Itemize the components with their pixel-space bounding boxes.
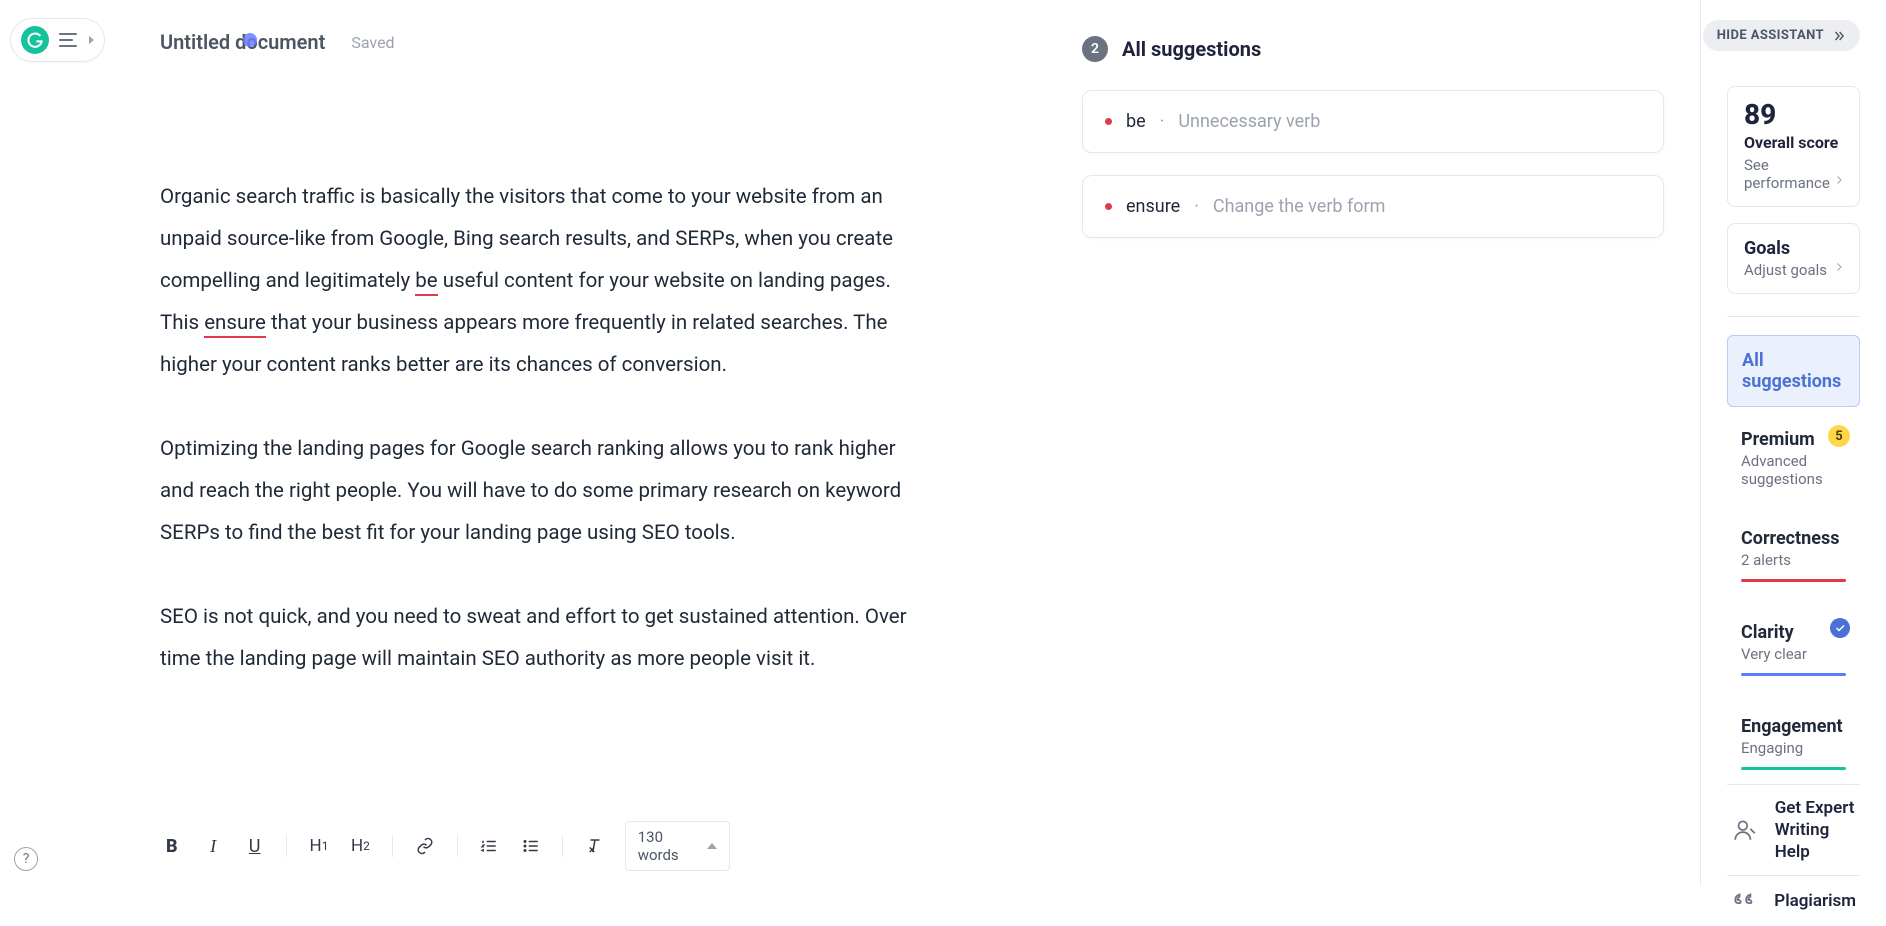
overall-score-label: Overall score bbox=[1744, 133, 1843, 152]
separator bbox=[562, 835, 563, 857]
separator bbox=[457, 835, 458, 857]
goals-title: Goals bbox=[1744, 238, 1843, 259]
numbered-list-button[interactable] bbox=[477, 833, 500, 859]
overall-score-card[interactable]: 89 Overall score See performance bbox=[1727, 86, 1860, 207]
chevron-right-icon bbox=[1833, 171, 1845, 190]
suggestion-desc: Unnecessary verb bbox=[1178, 111, 1320, 132]
chevron-right-icon bbox=[1833, 258, 1845, 277]
underline-button[interactable]: U bbox=[243, 833, 266, 859]
error-word[interactable]: be bbox=[415, 269, 437, 296]
goals-card[interactable]: Goals Adjust goals bbox=[1727, 223, 1860, 294]
suggestion-word: ensure bbox=[1126, 196, 1180, 217]
category-bar bbox=[1741, 579, 1846, 582]
suggestion-sep: · bbox=[1160, 111, 1165, 132]
error-word[interactable]: ensure bbox=[204, 311, 266, 338]
dot-red-icon bbox=[1105, 203, 1112, 210]
goals-sub: Adjust goals bbox=[1744, 261, 1843, 279]
italic-button[interactable]: I bbox=[201, 833, 224, 859]
hide-assistant-label: HIDE ASSISTANT bbox=[1717, 28, 1824, 43]
suggestion-card[interactable]: be · Unnecessary verb bbox=[1082, 90, 1664, 153]
bullet-list-button[interactable] bbox=[519, 833, 542, 859]
separator bbox=[286, 835, 287, 857]
category-correctness[interactable]: Correctness 2 alerts bbox=[1727, 514, 1860, 596]
h1-button[interactable]: H1 bbox=[307, 833, 330, 859]
save-status: Saved bbox=[351, 33, 394, 52]
category-bar bbox=[1741, 673, 1846, 676]
check-icon bbox=[1830, 618, 1850, 638]
overall-score-sub: See performance bbox=[1744, 156, 1843, 192]
editor-body[interactable]: Organic search traffic is basically the … bbox=[160, 176, 930, 680]
presence-cursor-icon bbox=[243, 33, 257, 47]
person-icon bbox=[1731, 817, 1759, 843]
chevrons-right-icon bbox=[1832, 29, 1846, 43]
format-toolbar: B I U H1 H2 130 words bbox=[160, 821, 1000, 871]
divider bbox=[1727, 316, 1860, 317]
paragraph[interactable]: Optimizing the landing pages for Google … bbox=[160, 428, 930, 554]
plagiarism[interactable]: Plagiarism bbox=[1727, 875, 1860, 926]
paragraph[interactable]: Organic search traffic is basically the … bbox=[160, 176, 930, 386]
editor-column: Untitled document Saved Organic search t… bbox=[0, 0, 1060, 885]
suggestion-card[interactable]: ensure · Change the verb form bbox=[1082, 175, 1664, 238]
clear-formatting-button[interactable] bbox=[583, 833, 606, 859]
assistant-panel: HIDE ASSISTANT 89 Overall score See perf… bbox=[1700, 0, 1886, 885]
category-title: Correctness bbox=[1741, 528, 1846, 549]
category-all-suggestions[interactable]: All suggestions bbox=[1727, 335, 1860, 407]
category-sub: 2 alerts bbox=[1741, 551, 1846, 569]
category-sub: Engaging bbox=[1741, 739, 1846, 757]
bold-button[interactable]: B bbox=[160, 833, 183, 859]
suggestion-sep: · bbox=[1194, 196, 1199, 217]
suggestions-column: 2 All suggestions be · Unnecessary verb … bbox=[1060, 0, 1700, 885]
separator bbox=[392, 835, 393, 857]
h2-button[interactable]: H2 bbox=[349, 833, 372, 859]
word-count-chip[interactable]: 130 words bbox=[625, 821, 730, 871]
suggestion-word: be bbox=[1126, 111, 1146, 132]
quotes-icon bbox=[1731, 888, 1758, 914]
premium-count-badge: 5 bbox=[1828, 425, 1850, 447]
category-title: All suggestions bbox=[1742, 350, 1845, 392]
category-sub: Advanced suggestions bbox=[1741, 452, 1846, 488]
category-clarity[interactable]: Clarity Very clear bbox=[1727, 608, 1860, 690]
hide-assistant-button[interactable]: HIDE ASSISTANT bbox=[1703, 20, 1860, 51]
document-title[interactable]: Untitled document bbox=[160, 30, 325, 54]
plagiarism-label: Plagiarism bbox=[1774, 890, 1856, 912]
word-count-label: 130 words bbox=[638, 828, 699, 864]
suggestion-desc: Change the verb form bbox=[1213, 196, 1386, 217]
link-button[interactable] bbox=[413, 833, 436, 859]
category-engagement[interactable]: Engagement Engaging bbox=[1727, 702, 1860, 784]
category-title: Engagement bbox=[1741, 716, 1846, 737]
overall-score-value: 89 bbox=[1744, 101, 1843, 129]
category-bar bbox=[1741, 767, 1846, 770]
suggestions-count-badge: 2 bbox=[1082, 36, 1108, 62]
category-sub: Very clear bbox=[1741, 645, 1846, 663]
paragraph[interactable]: SEO is not quick, and you need to sweat … bbox=[160, 596, 930, 680]
caret-up-icon bbox=[707, 843, 717, 849]
expert-writing-help[interactable]: Get ExpertWriting Help bbox=[1727, 784, 1860, 875]
category-premium[interactable]: Premium Advanced suggestions 5 bbox=[1727, 415, 1860, 502]
expert-label: Get ExpertWriting Help bbox=[1775, 797, 1856, 863]
suggestions-title: All suggestions bbox=[1122, 37, 1261, 61]
dot-red-icon bbox=[1105, 118, 1112, 125]
